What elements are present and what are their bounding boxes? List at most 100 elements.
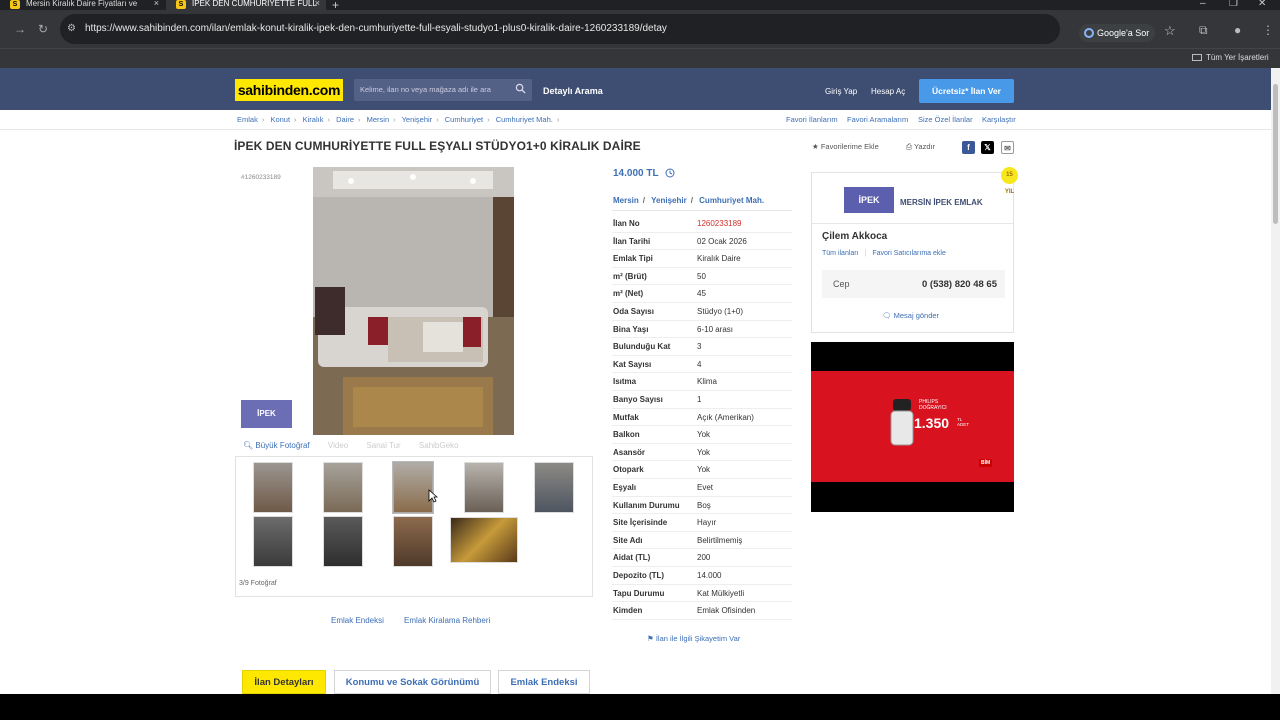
- location-district[interactable]: Yenişehir: [651, 196, 687, 205]
- x-twitter-icon[interactable]: 𝕏: [981, 141, 994, 154]
- reload-icon[interactable]: ↻: [38, 22, 48, 36]
- print-button[interactable]: ⎙ Yazdır: [906, 142, 935, 152]
- browser-tab-active[interactable]: S İPEK DEN CUMHURİYETTE FULL ×: [166, 0, 326, 10]
- send-message-link[interactable]: 🗨︎ Mesaj gönder: [882, 311, 939, 320]
- phone-number[interactable]: 0 (538) 820 48 65: [922, 279, 997, 290]
- photo-thumbnail[interactable]: [253, 516, 293, 567]
- post-ad-button[interactable]: Ücretsiz* İlan Ver: [919, 79, 1014, 103]
- close-icon[interactable]: ×: [315, 0, 320, 8]
- maximize-icon[interactable]: ❐: [1229, 0, 1238, 9]
- special-ads-link[interactable]: Size Özel İlanlar: [918, 115, 973, 124]
- thumbnail-gallery: [235, 456, 593, 597]
- print-label: Yazdır: [913, 142, 936, 151]
- add-favorite-button[interactable]: ★ Favorilerime Ekle: [812, 142, 879, 151]
- divider: [812, 223, 1013, 224]
- breadcrumb-item[interactable]: Konut: [270, 115, 290, 124]
- site-info-icon[interactable]: ⚙: [67, 23, 79, 35]
- photo-thumbnail[interactable]: [393, 516, 433, 567]
- menu-icon[interactable]: ⋮: [1262, 23, 1274, 37]
- compare-link[interactable]: Karşılaştır: [982, 115, 1016, 124]
- login-link[interactable]: Giriş Yap: [825, 87, 857, 96]
- url-field[interactable]: ⚙ https://www.sahibinden.com/ilan/emlak-…: [60, 14, 1060, 44]
- window-bottom-bar: [0, 694, 1280, 720]
- favorite-ads-link[interactable]: Favori İlanlarım: [786, 115, 838, 124]
- site-logo[interactable]: sahibinden.com: [235, 79, 343, 101]
- detail-value: Boş: [697, 500, 711, 510]
- address-bar: → ↻ ⚙ https://www.sahibinden.com/ilan/em…: [0, 10, 1280, 48]
- phone-label: Cep: [833, 279, 850, 289]
- detail-row: Site İçerisinde Hayır: [612, 514, 792, 532]
- detail-value: 6-10 arası: [697, 324, 734, 334]
- main-listing-photo[interactable]: [313, 167, 514, 435]
- breadcrumb-item[interactable]: Emlak: [237, 115, 258, 124]
- detail-key: Site İçerisinde: [613, 518, 668, 528]
- window-close-icon[interactable]: ✕: [1258, 0, 1266, 9]
- detail-value: Kiralık Daire: [697, 254, 741, 264]
- tab-title: İPEK DEN CUMHURİYETTE FULL: [192, 0, 317, 8]
- detailed-search-link[interactable]: Detaylı Arama: [543, 86, 603, 96]
- tab-real-estate-index[interactable]: Emlak Endeksi: [498, 670, 590, 694]
- breadcrumb-item[interactable]: Mersin: [367, 115, 390, 124]
- detail-key: Emlak Tipi: [613, 254, 653, 264]
- mail-icon[interactable]: ✉: [1001, 141, 1014, 154]
- rental-guide-link[interactable]: Emlak Kiralama Rehberi: [404, 616, 490, 625]
- divider: [612, 210, 792, 211]
- agency-name[interactable]: MERSİN İPEK EMLAK: [900, 198, 983, 207]
- detail-value: 50: [697, 271, 706, 281]
- detail-value: Evet: [697, 483, 714, 492]
- photo-thumbnail[interactable]: [534, 462, 574, 513]
- forward-icon[interactable]: →: [14, 22, 26, 36]
- advertisement[interactable]: PHILIPS DOĞRAYICI 1.350 TL ADET BİM: [811, 342, 1014, 512]
- bookmark-star-icon[interactable]: ☆: [1164, 23, 1176, 39]
- search-input[interactable]: Kelime, ilan no veya mağaza adı ile ara: [354, 79, 532, 101]
- detail-key: m² (Brüt): [613, 271, 647, 281]
- browser-tab[interactable]: S Mersin Kiralık Daire Fiyatları ve ×: [0, 0, 165, 10]
- detail-value: Hayır: [697, 518, 717, 528]
- location-city[interactable]: Mersin: [613, 196, 639, 205]
- sahibinden-favicon-icon: S: [176, 0, 186, 9]
- detail-key: Depozito (TL): [613, 571, 665, 580]
- all-bookmarks-button[interactable]: Tüm Yer İşaretleri: [1192, 53, 1269, 62]
- detail-value: Belirtilmemiş: [697, 535, 743, 545]
- big-photo-label: Büyük Fotoğraf: [255, 441, 310, 450]
- close-icon[interactable]: ×: [154, 0, 159, 8]
- detail-key: Balkon: [613, 430, 640, 440]
- photo-thumbnail[interactable]: [253, 462, 293, 513]
- breadcrumb-item[interactable]: Cumhuriyet: [445, 115, 483, 124]
- video-button: Video: [327, 441, 349, 450]
- tab-listing-details[interactable]: İlan Detayları: [242, 670, 326, 694]
- facebook-icon[interactable]: f: [962, 141, 975, 154]
- big-photo-button[interactable]: 🔍︎ Büyük Fotoğraf: [243, 441, 310, 450]
- breadcrumb-item[interactable]: Yenişehir: [402, 115, 433, 124]
- add-favorite-seller-link[interactable]: Favori Satıcılarıma ekle: [872, 250, 946, 257]
- all-ads-link[interactable]: Tüm ilanları: [822, 250, 859, 257]
- breadcrumb-item[interactable]: Kiralık: [303, 115, 324, 124]
- breadcrumb-item[interactable]: Daire: [336, 115, 354, 124]
- photo-thumbnail[interactable]: [323, 516, 363, 567]
- google-ask-button[interactable]: Google'a Sor: [1079, 24, 1155, 42]
- photo-thumbnail[interactable]: [323, 462, 363, 513]
- detail-row: Aidat (TL) 200: [612, 549, 792, 567]
- extensions-icon[interactable]: ⧉: [1199, 23, 1208, 38]
- price-history-icon[interactable]: [665, 168, 675, 178]
- detail-key: Eşyalı: [613, 483, 637, 492]
- location-neighborhood[interactable]: Cumhuriyet Mah.: [699, 196, 764, 205]
- photo-thumbnail-selected[interactable]: [392, 461, 434, 514]
- breadcrumb-item[interactable]: Cumhuriyet Mah.: [496, 115, 553, 124]
- minimize-icon[interactable]: –: [1200, 0, 1206, 9]
- photo-thumbnail[interactable]: [450, 517, 518, 563]
- search-icon[interactable]: [515, 83, 526, 94]
- agency-logo[interactable]: İPEK: [844, 187, 894, 213]
- lens-icon: [1084, 28, 1094, 38]
- real-estate-index-link[interactable]: Emlak Endeksi: [331, 616, 384, 625]
- register-link[interactable]: Hesap Aç: [871, 87, 905, 96]
- photo-thumbnail[interactable]: [464, 462, 504, 513]
- tab-location-street-view[interactable]: Konumu ve Sokak Görünümü: [334, 670, 491, 694]
- complaint-link[interactable]: ⚑ İlan ile İlgili Şikayetim Var: [647, 634, 740, 643]
- breadcrumb: Emlak › Konut › Kiralık › Daire › Mersin › Ye…: [237, 115, 560, 124]
- favorite-searches-link[interactable]: Favori Aramalarım: [847, 115, 908, 124]
- profile-icon[interactable]: ●: [1234, 23, 1241, 37]
- agency-logo-thumbnail[interactable]: İPEK: [241, 400, 292, 428]
- scrollbar-thumb[interactable]: [1273, 84, 1278, 224]
- scrollbar[interactable]: [1271, 68, 1280, 694]
